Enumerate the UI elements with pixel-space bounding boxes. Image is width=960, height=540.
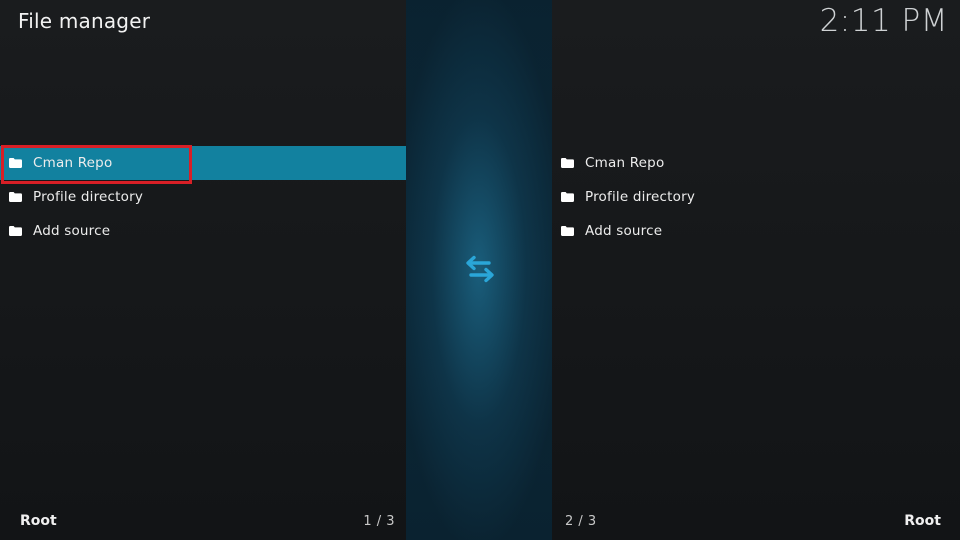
left-item-count: 1 / 3 bbox=[363, 514, 395, 529]
left-pane: Cman Repo Profile directory Add source R… bbox=[0, 0, 406, 540]
folder-icon bbox=[9, 192, 22, 202]
list-item-label: Cman Repo bbox=[585, 155, 665, 171]
list-item-label: Profile directory bbox=[585, 189, 696, 205]
pane-divider bbox=[406, 0, 552, 540]
folder-icon bbox=[561, 158, 574, 168]
right-list-item-profile-directory[interactable]: Profile directory bbox=[552, 180, 960, 214]
right-path-label: Root bbox=[904, 513, 941, 529]
list-item-label: Cman Repo bbox=[33, 155, 113, 171]
left-list-item-add-source[interactable]: Add source bbox=[0, 214, 406, 248]
list-item-label: Profile directory bbox=[33, 189, 144, 205]
file-manager-screen: File manager 2:11 PM Cman Repo Profile d… bbox=[0, 0, 960, 540]
left-list-item-cman-repo[interactable]: Cman Repo bbox=[0, 146, 406, 180]
folder-icon bbox=[9, 226, 22, 236]
right-pane: Cman Repo Profile directory Add source 2… bbox=[552, 0, 960, 540]
left-list-item-profile-directory[interactable]: Profile directory bbox=[0, 180, 406, 214]
right-source-list: Cman Repo Profile directory Add source bbox=[552, 146, 960, 248]
left-source-list: Cman Repo Profile directory Add source bbox=[0, 146, 406, 248]
left-path-label: Root bbox=[20, 513, 57, 529]
list-item-label: Add source bbox=[33, 223, 111, 239]
swap-arrows-icon[interactable] bbox=[463, 254, 497, 284]
right-list-item-cman-repo[interactable]: Cman Repo bbox=[552, 146, 960, 180]
folder-icon bbox=[561, 192, 574, 202]
right-item-count: 2 / 3 bbox=[565, 514, 597, 529]
list-item-label: Add source bbox=[585, 223, 663, 239]
folder-icon bbox=[561, 226, 574, 236]
right-list-item-add-source[interactable]: Add source bbox=[552, 214, 960, 248]
folder-icon bbox=[9, 158, 22, 168]
